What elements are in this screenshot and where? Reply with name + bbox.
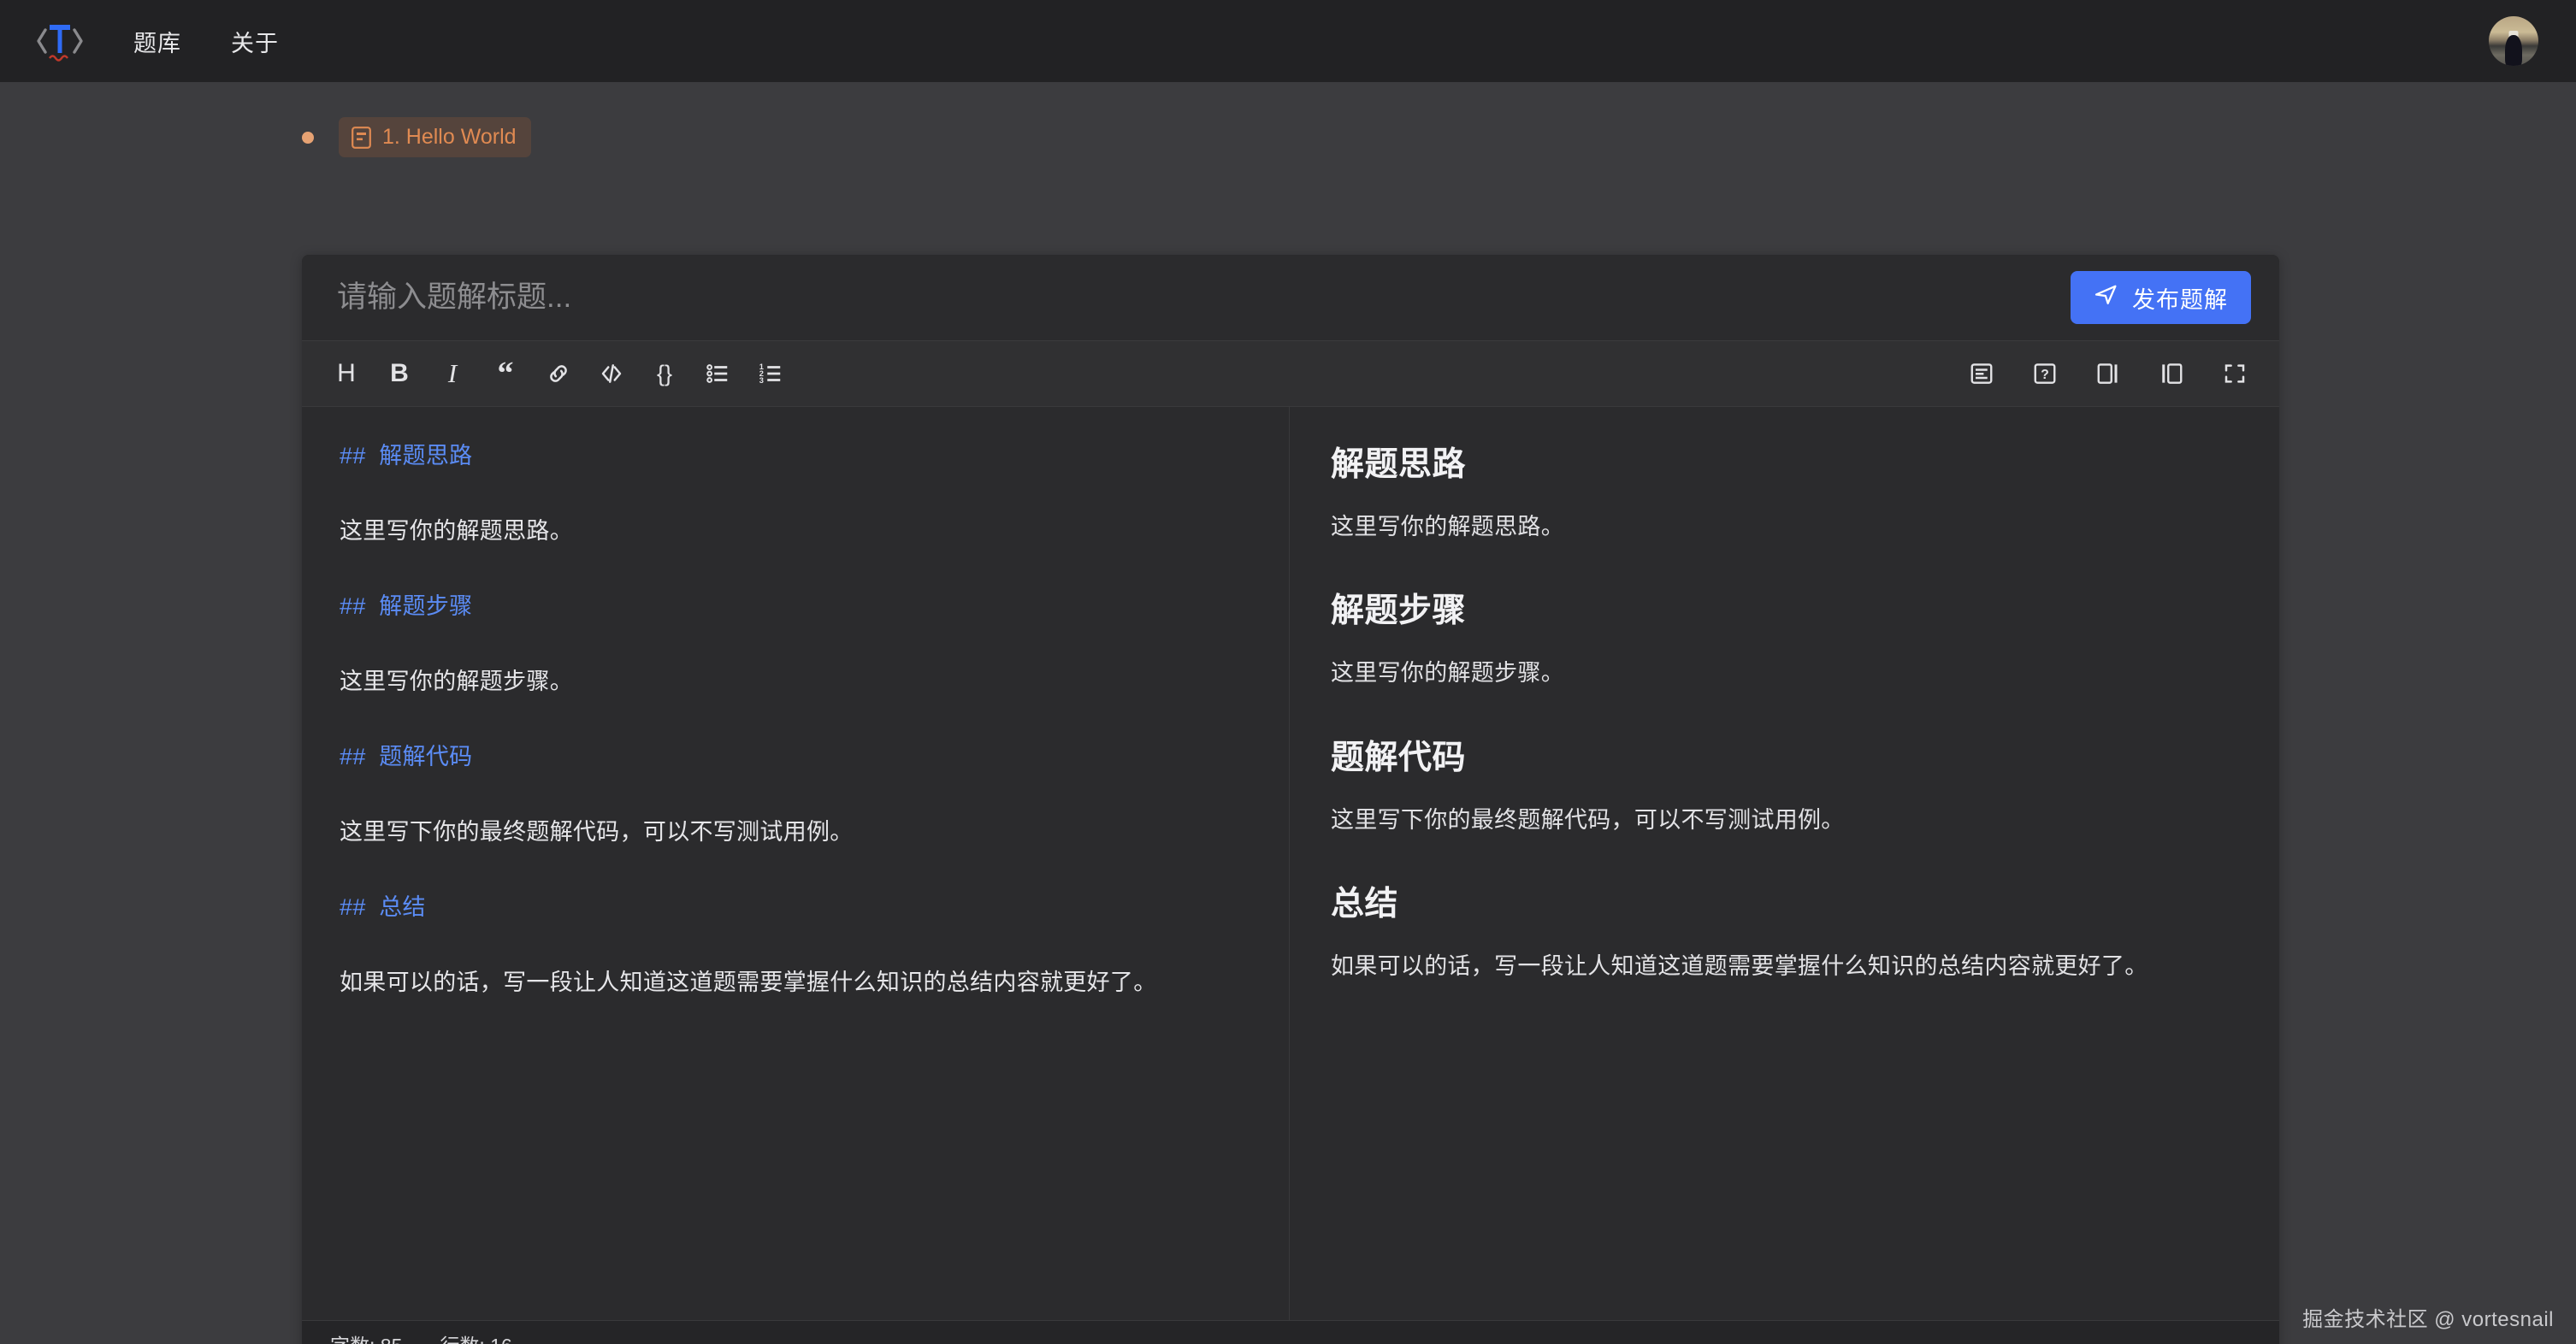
source-line: 如果可以的话，写一段让人知道这道题需要掌握什么知识的总结内容就更好了。: [340, 964, 1255, 1002]
bullet-list-icon[interactable]: [697, 353, 738, 394]
editor-toolbar: H B I “ {}: [302, 340, 2279, 407]
preview-block: 总结 如果可以的话，写一段让人知道这道题需要掌握什么知识的总结内容就更好了。: [1331, 877, 2238, 986]
fullscreen-icon[interactable]: [2214, 353, 2255, 394]
source-line: [340, 475, 1255, 513]
outline-icon[interactable]: [1961, 353, 2002, 394]
unsaved-indicator-dot: [302, 132, 314, 144]
watermark: 掘金技术社区 @ vortesnail: [2302, 1302, 2554, 1332]
markdown-preview-pane: 解题思路 这里写你的解题思路。 解题步骤 这里写你的解题步骤。 题解代码 这里写…: [1290, 407, 2279, 1320]
word-count-label: 字数: 85: [330, 1329, 402, 1344]
source-line: 这里写你的解题步骤。: [340, 663, 1255, 701]
solution-title-input[interactable]: [330, 280, 2071, 315]
source-line: [340, 626, 1255, 663]
svg-text:?: ?: [2041, 368, 2049, 382]
preview-paragraph: 这里写下你的最终题解代码，可以不写测试用例。: [1331, 801, 2238, 840]
editor-header: 发布题解: [302, 255, 2279, 340]
tab-label: 1. Hello World: [382, 125, 517, 150]
preview-block: 解题思路 这里写你的解题思路。: [1331, 438, 2238, 546]
source-line: [340, 776, 1255, 814]
preview-paragraph: 这里写你的解题思路。: [1331, 508, 2238, 546]
publish-button-label: 发布题解: [2132, 281, 2228, 315]
source-line: [340, 852, 1255, 889]
preview-paragraph: 如果可以的话，写一段让人知道这道题需要掌握什么知识的总结内容就更好了。: [1331, 947, 2238, 986]
source-line: [340, 551, 1255, 588]
code-icon[interactable]: [591, 353, 632, 394]
source-line: ## 题解代码: [340, 739, 1255, 776]
markdown-source-pane[interactable]: ## 解题思路 这里写你的解题思路。 ## 解题步骤 这里写你的解题步骤。 ##…: [302, 407, 1290, 1320]
quote-icon[interactable]: “: [485, 353, 526, 394]
editor-statusbar: 字数: 85 行数: 16: [302, 1320, 2279, 1344]
svg-text:3: 3: [759, 376, 764, 385]
tab-bar: 1. Hello World: [0, 82, 2576, 164]
italic-icon[interactable]: I: [432, 353, 473, 394]
editor-panel: 发布题解 H B I “: [302, 255, 2279, 1344]
preview-heading: 解题步骤: [1331, 584, 2238, 632]
tab-hello-world[interactable]: 1. Hello World: [339, 117, 531, 157]
source-line: [340, 701, 1255, 739]
source-line: ## 解题步骤: [340, 588, 1255, 626]
preview-paragraph: 这里写你的解题步骤。: [1331, 654, 2238, 693]
ordered-list-icon[interactable]: 1 2 3: [750, 353, 791, 394]
bold-icon[interactable]: B: [379, 353, 420, 394]
link-icon[interactable]: [538, 353, 579, 394]
split-preview-left-icon[interactable]: [2151, 353, 2192, 394]
source-line: 这里写下你的最终题解代码，可以不写测试用例。: [340, 814, 1255, 852]
source-line: [340, 927, 1255, 964]
source-line: ## 解题思路: [340, 438, 1255, 475]
avatar[interactable]: [2489, 16, 2538, 66]
publish-button[interactable]: 发布题解: [2071, 271, 2251, 324]
preview-block: 题解代码 这里写下你的最终题解代码，可以不写测试用例。: [1331, 731, 2238, 840]
heading-icon[interactable]: H: [326, 353, 367, 394]
toolbar-view-group: ?: [1961, 353, 2255, 394]
send-icon: [2094, 282, 2118, 313]
preview-block: 解题步骤 这里写你的解题步骤。: [1331, 584, 2238, 693]
source-line: ## 总结: [340, 889, 1255, 927]
page-body: 1. Hello World 发布题解 H B I “: [0, 82, 2576, 1344]
nav-link-problems[interactable]: 题库: [133, 25, 181, 58]
split-preview-right-icon[interactable]: [2088, 353, 2129, 394]
source-line: 这里写你的解题思路。: [340, 513, 1255, 551]
preview-heading: 题解代码: [1331, 731, 2238, 779]
avatar-figure-body: [2505, 35, 2522, 66]
top-navbar: 题库 关于: [0, 0, 2576, 82]
preview-heading: 解题思路: [1331, 438, 2238, 486]
line-count-label: 行数: 16: [440, 1329, 511, 1344]
code-block-icon[interactable]: {}: [644, 353, 685, 394]
editor-preview-split: ## 解题思路 这里写你的解题思路。 ## 解题步骤 这里写你的解题步骤。 ##…: [302, 407, 2279, 1320]
preview-heading: 总结: [1331, 877, 2238, 925]
toolbar-format-group: H B I “ {}: [326, 353, 791, 394]
help-icon[interactable]: ?: [2024, 353, 2065, 394]
nav-link-about[interactable]: 关于: [231, 25, 279, 58]
file-doc-icon: [352, 127, 371, 149]
nav-links: 题库 关于: [133, 25, 279, 58]
site-logo-icon[interactable]: [31, 12, 89, 70]
